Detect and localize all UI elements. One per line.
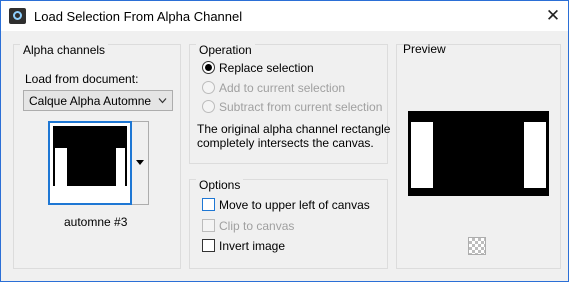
thumbnail-left-bar <box>55 148 67 186</box>
radio-add-to-selection[interactable] <box>202 81 215 94</box>
load-from-label: Load from document: <box>25 72 139 86</box>
window-title: Load Selection From Alpha Channel <box>34 9 243 24</box>
preview-right-bar <box>524 122 546 188</box>
chevron-down-icon <box>158 98 167 104</box>
channel-thumbnail-dropdown-button[interactable] <box>132 121 149 205</box>
document-select[interactable]: Calque Alpha Automne <box>23 90 173 111</box>
preview-canvas <box>408 111 549 196</box>
checkbox-clip-to-canvas-label[interactable]: Clip to canvas <box>219 219 294 233</box>
checkerboard-icon[interactable] <box>468 237 486 255</box>
operation-message-line2: completely intersects the canvas. <box>197 136 374 150</box>
radio-subtract-from-selection-label[interactable]: Subtract from current selection <box>219 100 382 114</box>
dialog-window: Load Selection From Alpha Channel ✕ Alph… <box>0 0 569 282</box>
preview-left-bar <box>411 122 433 188</box>
radio-add-to-selection-label[interactable]: Add to current selection <box>219 81 345 95</box>
title-bar[interactable]: Load Selection From Alpha Channel ✕ <box>1 1 568 31</box>
checkbox-clip-to-canvas[interactable] <box>202 219 215 232</box>
options-legend: Options <box>196 178 244 192</box>
close-icon[interactable]: ✕ <box>542 5 564 27</box>
channel-thumbnail-image <box>53 126 127 186</box>
operation-legend: Operation <box>196 43 255 57</box>
alpha-channels-legend: Alpha channels <box>20 43 109 57</box>
checkbox-invert-image-label[interactable]: Invert image <box>219 239 285 253</box>
operation-message-line1: The original alpha channel rectangle <box>197 122 391 136</box>
preview-legend: Preview <box>403 42 446 56</box>
app-icon <box>9 8 26 24</box>
document-select-value: Calque Alpha Automne <box>29 94 152 108</box>
radio-replace-selection[interactable] <box>202 61 215 74</box>
radio-replace-selection-label[interactable]: Replace selection <box>219 61 314 75</box>
checkbox-move-to-upper-left-label[interactable]: Move to upper left of canvas <box>219 198 370 212</box>
thumbnail-right-bar <box>116 148 125 186</box>
checkbox-move-to-upper-left[interactable] <box>202 198 215 211</box>
radio-subtract-from-selection[interactable] <box>202 100 215 113</box>
checkbox-invert-image[interactable] <box>202 239 215 252</box>
channel-name-label: automne #3 <box>64 215 128 229</box>
channel-thumbnail[interactable] <box>48 121 132 205</box>
